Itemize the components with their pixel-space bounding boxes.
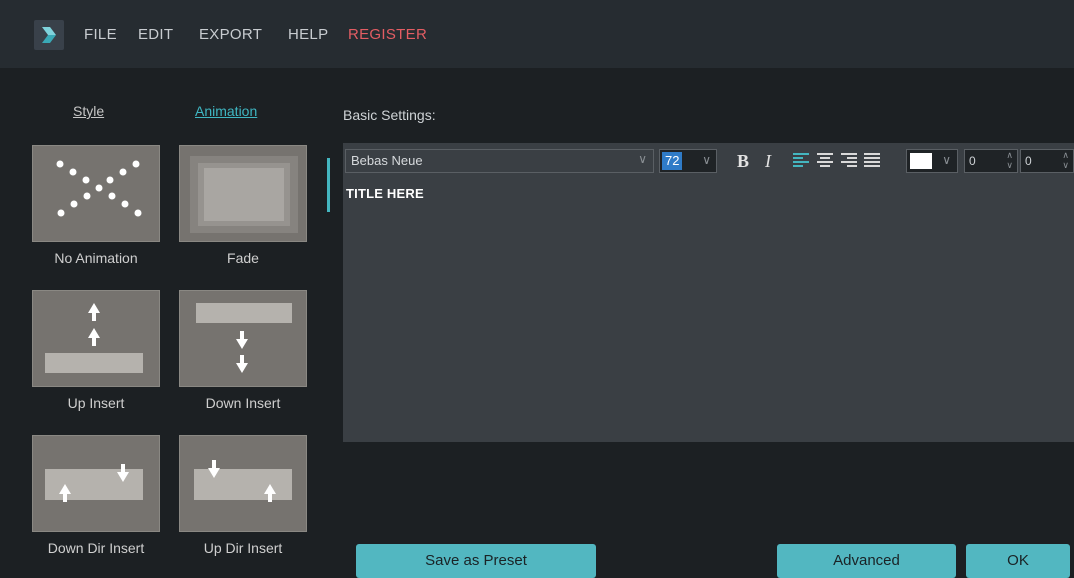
no-animation-label: No Animation xyxy=(54,250,138,266)
menu-register[interactable]: REGISTER xyxy=(348,26,427,43)
animation-tile-down-insert[interactable] xyxy=(179,290,307,387)
fade-icon xyxy=(190,156,298,233)
down-insert-label: Down Insert xyxy=(205,395,281,411)
font-size-value: 72 xyxy=(662,152,683,170)
menu-edit[interactable]: EDIT xyxy=(138,26,173,43)
chevron-down-icon: ∨ xyxy=(702,153,711,167)
text-color-picker[interactable]: ∨ xyxy=(906,149,958,173)
up-insert-icon xyxy=(45,303,143,373)
text-editor-panel[interactable]: Bebas Neue ∨ 72 ∨ B I ∨ 0 ∧ ∨ 0 ∧ ∨ TITL… xyxy=(343,143,1074,442)
tab-style[interactable]: Style xyxy=(73,103,104,119)
stepper-arrows-icon[interactable]: ∧ ∨ xyxy=(1006,150,1013,170)
spacing-value-2: 0 xyxy=(1025,154,1032,168)
align-justify-icon[interactable] xyxy=(864,153,880,167)
selection-indicator xyxy=(327,158,330,212)
font-size-select[interactable]: 72 ∨ xyxy=(659,149,717,173)
tab-animation[interactable]: Animation xyxy=(195,103,257,119)
save-as-preset-button[interactable]: Save as Preset xyxy=(356,544,596,578)
menu-file[interactable]: FILE xyxy=(84,26,117,43)
align-center-icon[interactable] xyxy=(817,153,833,167)
animation-tile-up-dir-insert[interactable] xyxy=(179,435,307,532)
spacing-stepper-2[interactable]: 0 ∧ ∨ xyxy=(1020,149,1074,173)
menu-bar: FILE EDIT EXPORT HELP REGISTER xyxy=(0,0,1074,68)
animation-tile-fade[interactable] xyxy=(179,145,307,242)
title-text-content[interactable]: TITLE HERE xyxy=(346,186,424,201)
up-dir-insert-label: Up Dir Insert xyxy=(203,540,283,556)
app-logo-icon[interactable] xyxy=(34,20,64,50)
up-insert-label: Up Insert xyxy=(67,395,125,411)
down-dir-insert-label: Down Dir Insert xyxy=(47,540,145,556)
menu-export[interactable]: EXPORT xyxy=(199,26,262,43)
no-animation-icon xyxy=(56,160,142,217)
italic-button[interactable]: I xyxy=(765,151,771,172)
animation-tile-up-insert[interactable] xyxy=(32,290,160,387)
advanced-button[interactable]: Advanced xyxy=(777,544,956,578)
animation-tile-down-dir-insert[interactable] xyxy=(32,435,160,532)
ok-button[interactable]: OK xyxy=(966,544,1070,578)
menu-help[interactable]: HELP xyxy=(288,26,328,43)
spacing-value-1: 0 xyxy=(969,154,976,168)
stepper-arrows-icon[interactable]: ∧ ∨ xyxy=(1062,150,1069,170)
align-right-icon[interactable] xyxy=(841,153,857,167)
font-family-select[interactable]: Bebas Neue ∨ xyxy=(345,149,654,173)
align-left-icon[interactable] xyxy=(793,153,809,167)
up-dir-insert-icon xyxy=(194,460,292,502)
text-color-swatch xyxy=(910,153,932,169)
bold-button[interactable]: B xyxy=(737,151,749,172)
down-insert-icon xyxy=(196,303,292,373)
animation-tile-no-animation[interactable] xyxy=(32,145,160,242)
basic-settings-label: Basic Settings: xyxy=(343,107,436,123)
chevron-down-icon: ∨ xyxy=(942,153,951,167)
fade-label: Fade xyxy=(227,250,259,266)
format-toolbar: Bebas Neue ∨ 72 ∨ B I ∨ 0 ∧ ∨ 0 ∧ ∨ xyxy=(343,143,1074,181)
spacing-stepper-1[interactable]: 0 ∧ ∨ xyxy=(964,149,1018,173)
chevron-down-icon: ∨ xyxy=(638,152,647,166)
font-family-value: Bebas Neue xyxy=(351,153,423,168)
down-dir-insert-icon xyxy=(45,464,143,502)
